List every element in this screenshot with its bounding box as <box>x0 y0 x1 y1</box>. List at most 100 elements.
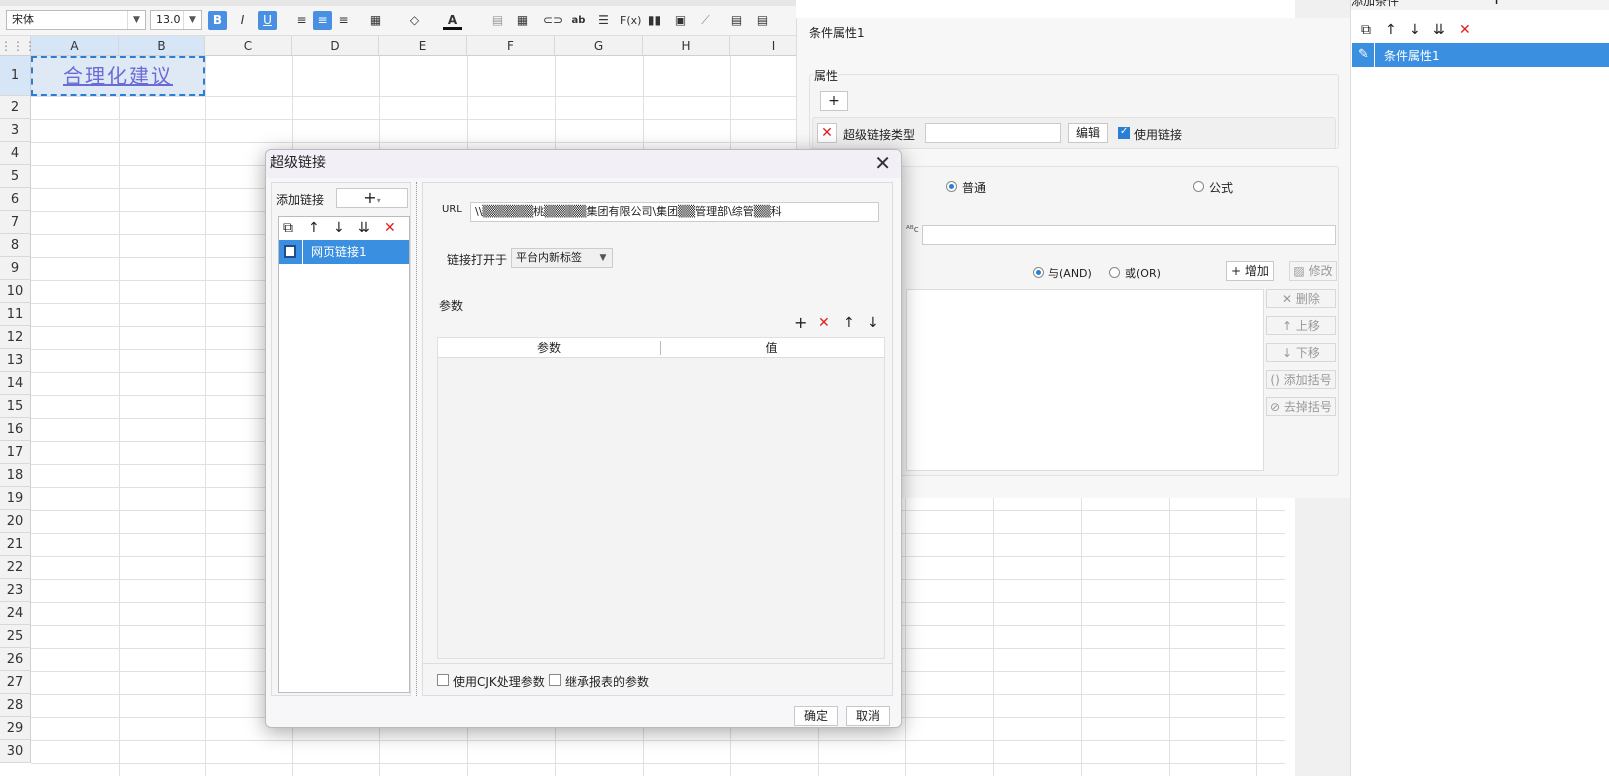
column-header-d[interactable]: D <box>292 36 379 56</box>
inherit-params-checkbox[interactable] <box>549 674 561 686</box>
arrow-down-icon[interactable]: ↓ <box>333 220 345 236</box>
row-header[interactable]: 26 <box>0 648 31 671</box>
column-header-f[interactable]: F <box>467 36 555 56</box>
hyperlink-type-input[interactable] <box>925 123 1061 143</box>
row-header[interactable]: 11 <box>0 303 31 326</box>
add-condition-button[interactable]: + 增加 <box>1226 261 1274 281</box>
row-header[interactable]: 17 <box>0 441 31 464</box>
font-family-select[interactable]: 宋体 ▼ <box>6 10 146 30</box>
list-icon[interactable]: ▤ <box>753 11 772 30</box>
or-radio[interactable] <box>1109 267 1120 278</box>
row-header[interactable]: 29 <box>0 717 31 740</box>
paragraph-icon[interactable]: ☰ <box>594 11 613 30</box>
row-header[interactable]: 12 <box>0 326 31 349</box>
fill-color-icon[interactable]: ◇ <box>405 11 424 30</box>
row-header[interactable]: 6 <box>0 188 31 211</box>
row-header[interactable]: 19 <box>0 487 31 510</box>
image-icon[interactable]: ▣ <box>671 11 690 30</box>
arrow-down-icon[interactable]: ↓ <box>867 315 879 331</box>
slash-icon[interactable]: ⟋ <box>696 11 715 30</box>
align-center-icon[interactable]: ≡ <box>313 11 332 30</box>
row-header[interactable]: 2 <box>0 96 31 119</box>
and-radio[interactable] <box>1033 267 1044 278</box>
row-header[interactable]: 3 <box>0 119 31 142</box>
add-bracket-button[interactable]: () 添加括号 <box>1266 370 1336 389</box>
close-icon[interactable]: ✕ <box>874 152 891 174</box>
open-in-select[interactable]: 平台内新标签 ▼ <box>511 248 613 268</box>
row-header[interactable]: 5 <box>0 165 31 188</box>
row-header[interactable]: 25 <box>0 625 31 648</box>
align-left-icon[interactable]: ≡ <box>292 11 311 30</box>
border-icon[interactable]: ▦ <box>366 11 385 30</box>
cancel-button[interactable]: 取消 <box>846 706 890 726</box>
url-input[interactable]: \\▒▒▒▒▒▒桃▒▒▒▒▒集团有限公司\集团▒▒管理部\综管▒▒科 <box>470 202 879 222</box>
font-size-select[interactable]: 13.0 ▼ <box>150 10 202 30</box>
text-icon[interactable]: ab <box>569 11 588 30</box>
add-link-button[interactable]: +▾ <box>336 188 408 208</box>
row-header[interactable]: 28 <box>0 694 31 717</box>
column-header-a[interactable]: A <box>31 36 119 56</box>
delete-button[interactable]: ✕ 删除 <box>1266 289 1336 308</box>
link-icon[interactable]: ⊂⊃ <box>543 11 563 30</box>
modify-button[interactable]: ▨ 修改 <box>1289 261 1337 281</box>
row-header[interactable]: 23 <box>0 579 31 602</box>
column-header-e[interactable]: E <box>379 36 467 56</box>
condition-item[interactable]: ✎ 条件属性1 <box>1352 43 1609 67</box>
remove-bracket-button[interactable]: ⊘ 去掉括号 <box>1266 397 1336 416</box>
row-header[interactable]: 18 <box>0 464 31 487</box>
row-header[interactable]: 9 <box>0 257 31 280</box>
column-header-h[interactable]: H <box>643 36 730 56</box>
sub-report-icon[interactable]: ▤ <box>727 11 746 30</box>
row-header[interactable]: 16 <box>0 418 31 441</box>
chart-icon[interactable]: ▮▮ <box>645 11 664 30</box>
row-header[interactable]: 22 <box>0 556 31 579</box>
condition-list[interactable] <box>906 289 1264 471</box>
arrow-up-icon[interactable]: ↑ <box>843 315 855 331</box>
splitter[interactable] <box>416 182 419 696</box>
row-header[interactable]: 30 <box>0 740 31 763</box>
sort-icon[interactable]: ⇊ <box>1433 22 1445 38</box>
freeze-icon[interactable]: ▤ <box>488 11 507 30</box>
link-item[interactable]: 网页链接1 <box>279 240 409 264</box>
copy-icon[interactable]: ⧉ <box>1361 22 1371 38</box>
row-header[interactable]: 24 <box>0 602 31 625</box>
close-icon[interactable]: ✕ <box>818 315 830 331</box>
row-header[interactable]: 7 <box>0 211 31 234</box>
cjk-checkbox[interactable] <box>437 674 449 686</box>
cell-a1[interactable]: 合理化建议 <box>31 56 205 96</box>
align-right-icon[interactable]: ≡ <box>334 11 353 30</box>
select-all-corner[interactable]: ⋮⋮⋮ <box>0 36 36 56</box>
underline-button[interactable]: U <box>258 11 277 30</box>
italic-button[interactable]: I <box>233 11 252 30</box>
move-up-button[interactable]: ↑ 上移 <box>1266 316 1336 335</box>
close-icon[interactable]: ✕ <box>817 123 837 143</box>
use-link-checkbox[interactable] <box>1118 126 1130 139</box>
close-icon[interactable]: ✕ <box>384 220 396 236</box>
row-header[interactable]: 1 <box>0 56 31 96</box>
column-header-c[interactable]: C <box>205 36 292 56</box>
row-header[interactable]: 15 <box>0 395 31 418</box>
copy-icon[interactable]: ⧉ <box>283 220 293 236</box>
row-header[interactable]: 4 <box>0 142 31 165</box>
edit-button[interactable]: 编辑 <box>1068 123 1108 143</box>
plus-icon[interactable]: + <box>1489 0 1504 9</box>
normal-radio[interactable] <box>946 181 957 192</box>
plus-icon[interactable]: + <box>794 315 807 331</box>
row-header[interactable]: 14 <box>0 372 31 395</box>
formula-icon[interactable]: F(x) <box>620 11 641 30</box>
sort-icon[interactable]: ⇊ <box>358 220 370 236</box>
arrow-up-icon[interactable]: ↑ <box>308 220 320 236</box>
row-header[interactable]: 8 <box>0 234 31 257</box>
font-color-icon[interactable]: A <box>443 11 462 30</box>
row-header[interactable]: 20 <box>0 510 31 533</box>
row-header[interactable]: 13 <box>0 349 31 372</box>
close-icon[interactable]: ✕ <box>1459 22 1471 38</box>
move-down-button[interactable]: ↓ 下移 <box>1266 343 1336 362</box>
formula-radio[interactable] <box>1193 181 1204 192</box>
column-header-g[interactable]: G <box>555 36 643 56</box>
ok-button[interactable]: 确定 <box>794 706 838 726</box>
add-attribute-button[interactable]: + <box>820 91 848 111</box>
row-header[interactable]: 27 <box>0 671 31 694</box>
bold-button[interactable]: B <box>208 11 227 30</box>
row-header[interactable]: 10 <box>0 280 31 303</box>
